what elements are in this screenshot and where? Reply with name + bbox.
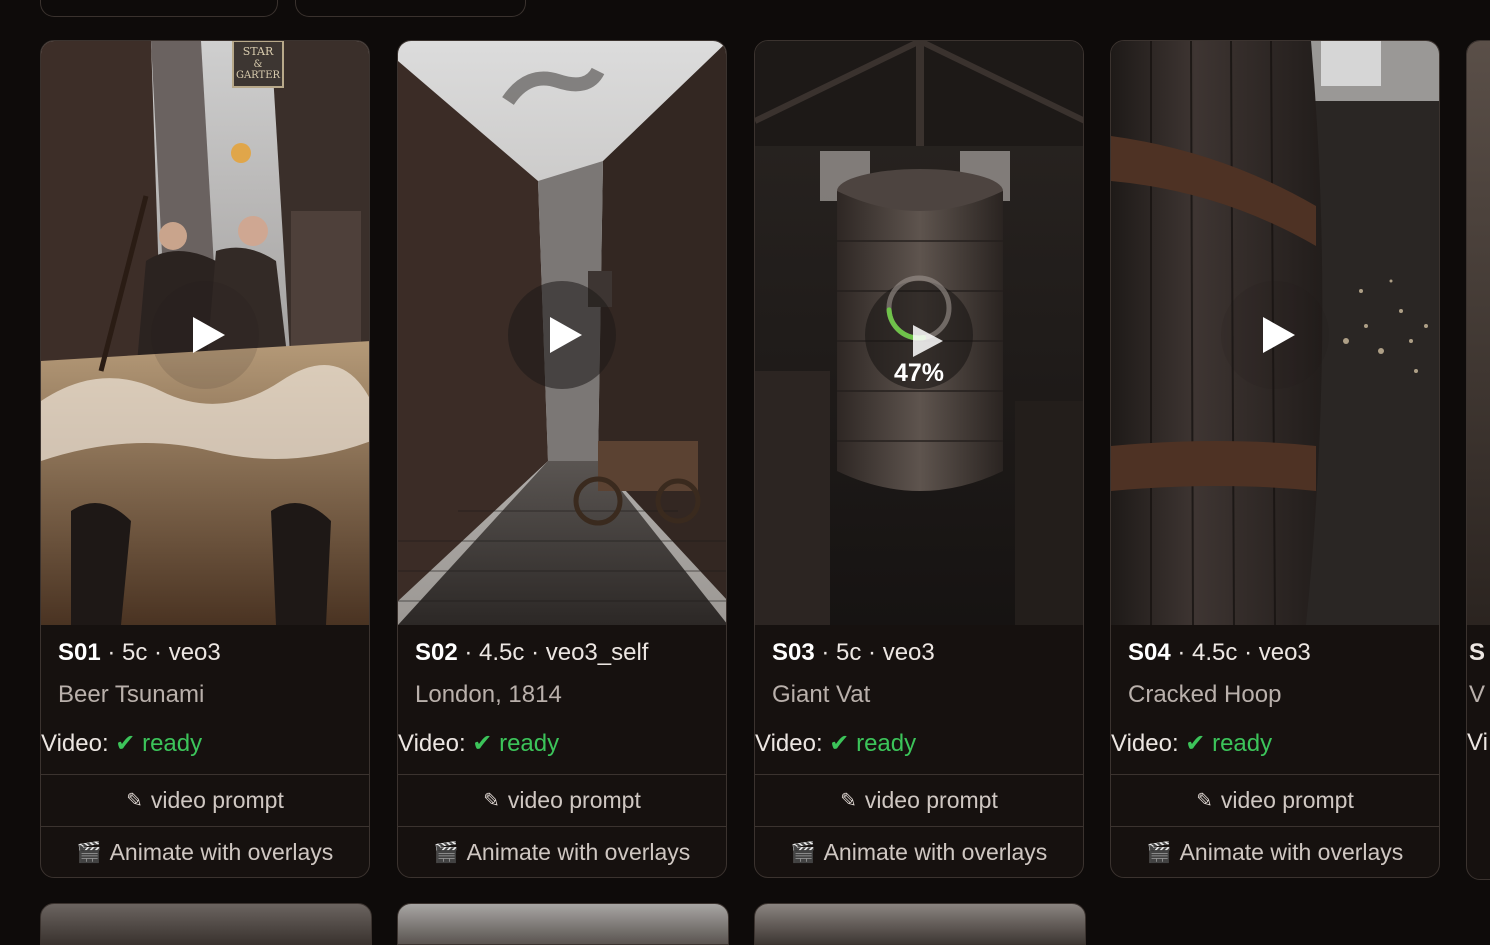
video-prompt-button[interactable]: ✎ video prompt — [41, 774, 369, 826]
video-label: Vi — [1467, 729, 1488, 756]
ready-status: ✔ ready — [472, 730, 560, 757]
scene-card-next-row[interactable] — [397, 903, 729, 945]
scene-meta: S01 · 5c · veo3 — [58, 639, 221, 667]
video-prompt-button[interactable]: ✎ video prompt — [755, 774, 1083, 826]
scene-thumbnail[interactable] — [398, 41, 726, 625]
progress-indicator: 47% — [865, 275, 973, 389]
video-prompt-button[interactable]: ✎ video prompt — [1111, 774, 1439, 826]
clapperboard-icon: 🎬 — [433, 842, 459, 864]
pencil-icon: ✎ — [840, 790, 857, 812]
animate-button[interactable]: 🎬 Animate with overlays — [398, 826, 726, 877]
scene-details: · 4.5c · veo3 — [1177, 639, 1311, 666]
clapperboard-icon: 🎬 — [790, 842, 816, 864]
video-status: Video: ✔ ready — [41, 729, 202, 758]
ready-status: ✔ ready — [1185, 730, 1273, 757]
clapperboard-icon: 🎬 — [1146, 842, 1172, 864]
ready-status: ✔ ready — [829, 730, 917, 757]
animate-button[interactable]: 🎬 Animate with overlays — [41, 826, 369, 877]
play-icon — [193, 317, 225, 353]
play-icon — [1263, 317, 1295, 353]
scene-id: S03 — [772, 639, 815, 666]
scene-meta: S02 · 4.5c · veo3_self — [415, 639, 648, 667]
video-label: Video: — [398, 730, 466, 757]
ready-status: ✔ ready — [115, 730, 203, 757]
scene-card-next-row[interactable] — [754, 903, 1086, 945]
scene-details: · 4.5c · veo3_self — [464, 639, 649, 666]
video-label: Video: — [1111, 730, 1179, 757]
scene-card-next-row[interactable] — [40, 903, 372, 945]
progress-percent: 47% — [893, 359, 945, 387]
scene-card-partial[interactable]: S V Vi — [1466, 40, 1490, 880]
animate-label: Animate with overlays — [1179, 839, 1404, 865]
scene-title: Cracked Hoop — [1128, 681, 1282, 708]
scene-meta: S04 · 4.5c · veo3 — [1128, 639, 1311, 667]
pencil-icon: ✎ — [1196, 790, 1213, 812]
scene-thumbnail[interactable]: STAR & GARTER — [41, 41, 369, 625]
animate-label: Animate with overlays — [823, 839, 1048, 865]
video-prompt-label: video prompt — [150, 787, 284, 813]
svg-text:&: & — [254, 59, 263, 70]
play-button[interactable] — [151, 281, 259, 389]
scene-title: Giant Vat — [772, 681, 871, 708]
filter-pill-2[interactable] — [295, 0, 526, 17]
video-status: Video: ✔ ready — [755, 729, 916, 758]
scene-card: 47% S03 · 5c · veo3 Giant Vat Video: ✔ r… — [754, 40, 1084, 878]
animate-button[interactable]: 🎬 Animate with overlays — [1111, 826, 1439, 877]
svg-text:GARTER: GARTER — [236, 70, 281, 81]
animate-button[interactable]: 🎬 Animate with overlays — [755, 826, 1083, 877]
play-icon — [913, 325, 943, 357]
scene-id: S02 — [415, 639, 458, 666]
play-button[interactable] — [1221, 281, 1329, 389]
scene-id: S04 — [1128, 639, 1171, 666]
video-label: Video: — [755, 730, 823, 757]
animate-label: Animate with overlays — [109, 839, 334, 865]
scene-title: Beer Tsunami — [58, 681, 205, 708]
scene-id: S — [1469, 639, 1486, 666]
scene-title: V — [1469, 681, 1486, 708]
video-prompt-label: video prompt — [864, 787, 998, 813]
pencil-icon: ✎ — [483, 790, 500, 812]
svg-text:STAR: STAR — [243, 45, 274, 58]
filter-pill-1[interactable] — [40, 0, 278, 17]
scene-card: STAR & GARTER S01 · 5c · veo3 Beer Tsuna… — [40, 40, 370, 878]
play-button[interactable] — [508, 281, 616, 389]
video-label: Video: — [41, 730, 109, 757]
animate-label: Animate with overlays — [466, 839, 691, 865]
scene-card: S02 · 4.5c · veo3_self London, 1814 Vide… — [397, 40, 727, 878]
scene-details: · 5c · veo3 — [821, 639, 935, 666]
video-prompt-label: video prompt — [507, 787, 641, 813]
scene-id: S01 — [58, 639, 101, 666]
video-status: Video: ✔ ready — [398, 729, 559, 758]
scene-details: · 5c · veo3 — [107, 639, 221, 666]
scene-thumbnail[interactable] — [1111, 41, 1439, 625]
scene-meta: S03 · 5c · veo3 — [772, 639, 935, 667]
scene-card: S04 · 4.5c · veo3 Cracked Hoop Video: ✔ … — [1110, 40, 1440, 878]
scene-title: London, 1814 — [415, 681, 562, 708]
pencil-icon: ✎ — [126, 790, 143, 812]
play-icon — [550, 317, 582, 353]
video-prompt-button[interactable]: ✎ video prompt — [398, 774, 726, 826]
scene-thumbnail[interactable]: 47% — [755, 41, 1083, 625]
clapperboard-icon: 🎬 — [76, 842, 102, 864]
scene-thumbnail[interactable] — [1467, 41, 1490, 625]
video-prompt-label: video prompt — [1220, 787, 1354, 813]
video-status: Video: ✔ ready — [1111, 729, 1272, 758]
